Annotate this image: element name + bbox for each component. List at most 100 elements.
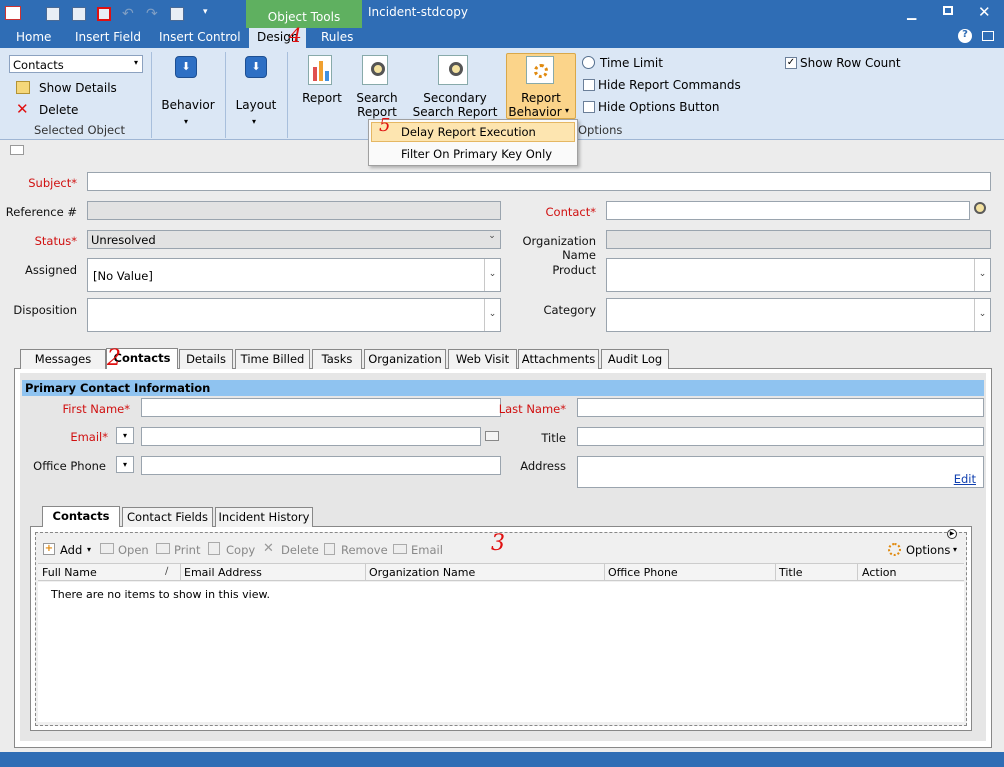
close-icon[interactable]: ✕	[978, 3, 991, 21]
tab-insert-control[interactable]: Insert Control	[159, 30, 241, 44]
tab-insert-field[interactable]: Insert Field	[75, 30, 141, 44]
subject-input[interactable]	[87, 172, 991, 191]
first-name-input[interactable]	[141, 398, 501, 417]
show-details-icon	[16, 81, 30, 94]
show-details-button[interactable]: Show Details	[39, 81, 117, 95]
col-full-name[interactable]: Full Name	[42, 566, 97, 579]
remove-button[interactable]: Remove	[341, 543, 388, 557]
email-type-dropdown[interactable]: ▾	[116, 427, 134, 444]
tab-attachments[interactable]: Attachments	[518, 349, 599, 369]
col-action[interactable]: Action	[862, 566, 896, 579]
behavior-button[interactable]: Behavior	[160, 98, 216, 112]
disposition-select[interactable]: ⌄	[87, 298, 501, 332]
redo-icon[interactable]: ↷	[146, 6, 158, 22]
hide-report-commands-label: Hide Report Commands	[598, 78, 741, 92]
tab-organization[interactable]: Organization	[364, 349, 446, 369]
ribbon-collapse-icon[interactable]	[982, 31, 994, 41]
status-value: Unresolved	[91, 233, 156, 247]
report-behavior-dropdown: Delay Report Execution Filter On Primary…	[368, 119, 578, 166]
tab-messages[interactable]: Messages	[20, 349, 106, 369]
save-close-icon[interactable]	[72, 7, 86, 21]
help-icon[interactable]: ?	[958, 29, 972, 43]
status-label: Status*	[34, 234, 77, 248]
open-button[interactable]: Open	[118, 543, 149, 557]
subtab-contact-fields[interactable]: Contact Fields	[122, 507, 213, 527]
title-input[interactable]	[577, 427, 984, 446]
maximize-icon[interactable]	[943, 6, 953, 15]
undo-icon[interactable]: ↶	[122, 6, 134, 22]
options-gear-icon	[888, 543, 901, 556]
status-select[interactable]: Unresolved ⌄	[87, 230, 501, 249]
product-select[interactable]: ⌄	[606, 258, 991, 292]
collapse-toggle-icon[interactable]: ▶	[947, 529, 957, 539]
category-select[interactable]: ⌄	[606, 298, 991, 332]
tab-tasks[interactable]: Tasks	[312, 349, 362, 369]
last-name-input[interactable]	[577, 398, 984, 417]
email-button[interactable]: Email	[411, 543, 443, 557]
search-report-icon	[362, 55, 388, 85]
secondary-search-report-line2[interactable]: Search Report	[412, 105, 498, 119]
group-separator	[287, 52, 288, 138]
col-organization-name[interactable]: Organization Name	[369, 566, 475, 579]
tab-rules[interactable]: Rules	[321, 30, 353, 44]
tab-audit-log[interactable]: Audit Log	[601, 349, 669, 369]
add-button[interactable]: Add	[60, 543, 82, 557]
empty-message: There are no items to show in this view.	[51, 588, 270, 601]
office-phone-input[interactable]	[141, 456, 501, 475]
reference-input	[87, 201, 501, 220]
add-chevron-icon[interactable]: ▾	[87, 545, 91, 554]
chevron-down-icon: ⌄	[488, 231, 496, 241]
col-office-phone[interactable]: Office Phone	[608, 566, 678, 579]
time-limit-button[interactable]: Time Limit	[600, 56, 663, 70]
chevron-down-icon: ⌄	[484, 259, 500, 291]
col-divider	[857, 564, 858, 580]
address-input[interactable]: Edit	[577, 456, 984, 488]
copy-button[interactable]: Copy	[226, 543, 255, 557]
contact-search-icon[interactable]	[974, 202, 986, 214]
behavior-quick-icon[interactable]	[170, 7, 184, 21]
hide-options-button-checkbox[interactable]	[583, 101, 595, 113]
save-new-icon[interactable]	[97, 7, 111, 21]
contact-input[interactable]	[606, 201, 970, 220]
options-button[interactable]: Options	[906, 543, 950, 557]
tab-web-visit[interactable]: Web Visit	[448, 349, 517, 369]
quick-access-dropdown-icon[interactable]: ▾	[203, 7, 208, 17]
layout-button[interactable]: Layout	[232, 98, 280, 112]
open-icon	[100, 543, 114, 554]
print-button[interactable]: Print	[174, 543, 200, 557]
office-phone-label: Office Phone	[33, 459, 106, 473]
options-chevron-icon[interactable]: ▾	[953, 545, 957, 554]
flag-icon[interactable]	[10, 145, 24, 155]
hide-report-commands-checkbox[interactable]	[583, 79, 595, 91]
app-icon[interactable]	[5, 6, 21, 20]
phone-type-dropdown[interactable]: ▾	[116, 456, 134, 473]
email-input[interactable]	[141, 427, 481, 446]
delete-button-toolbar[interactable]: Delete	[281, 543, 319, 557]
tab-time-billed[interactable]: Time Billed	[235, 349, 310, 369]
search-report-button-line1[interactable]: Search	[353, 91, 401, 105]
edit-link[interactable]: Edit	[954, 472, 976, 486]
object-select[interactable]: Contacts ▾	[9, 55, 143, 73]
tab-home[interactable]: Home	[16, 30, 51, 44]
col-email-address[interactable]: Email Address	[184, 566, 262, 579]
assigned-select[interactable]: [No Value] ⌄	[87, 258, 501, 292]
col-title[interactable]: Title	[779, 566, 803, 579]
assigned-label: Assigned	[24, 263, 77, 277]
subtab-incident-history[interactable]: Incident History	[215, 507, 313, 527]
window-title: Incident-stdcopy	[368, 5, 468, 19]
tab-details[interactable]: Details	[179, 349, 233, 369]
delete-button[interactable]: Delete	[39, 103, 78, 117]
show-row-count-checkbox[interactable]: ✓	[785, 57, 797, 69]
reference-label: Reference #	[5, 205, 77, 219]
report-button[interactable]: Report	[298, 91, 346, 105]
minimize-icon[interactable]: ▁	[907, 6, 916, 20]
search-report-button-line2[interactable]: Report	[353, 105, 401, 119]
menu-item-filter-primary-key[interactable]: Filter On Primary Key Only	[401, 147, 552, 161]
contact-label: Contact*	[545, 205, 597, 219]
secondary-search-report-line1[interactable]: Secondary	[412, 91, 498, 105]
col-divider	[180, 564, 181, 580]
delete-x-icon: ✕	[16, 100, 29, 118]
sort-icon: ∕	[165, 566, 169, 577]
save-icon[interactable]	[46, 7, 60, 21]
subtab-contacts[interactable]: Contacts	[42, 506, 120, 527]
